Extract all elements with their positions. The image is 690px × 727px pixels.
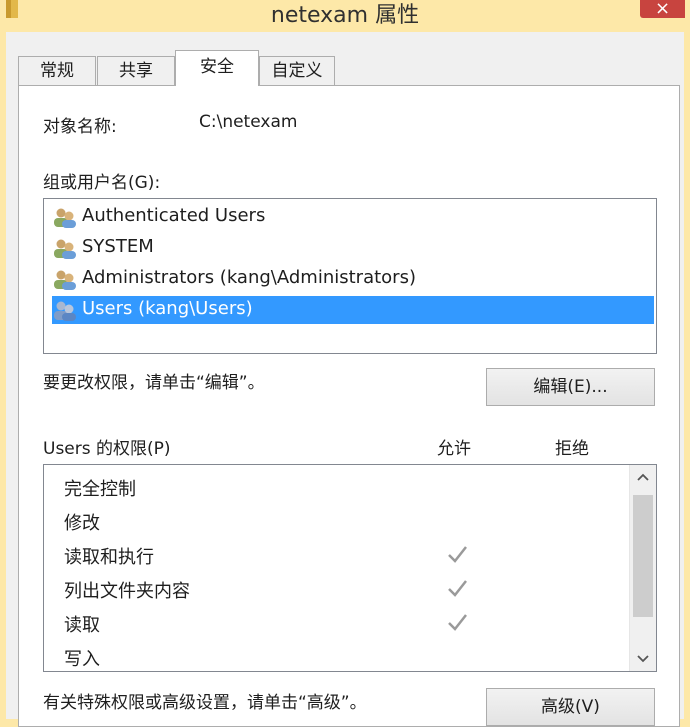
title-bar: netexam 属性 × [0,0,690,32]
tab-sharing[interactable]: 共享 [97,56,175,85]
list-item-authenticated-users[interactable]: Authenticated Users [52,203,654,231]
window-title: netexam 属性 [270,3,420,28]
list-item-label: Authenticated Users [82,205,266,226]
permission-name: 读取 [64,615,100,636]
permissions-scrollbar[interactable] [629,465,656,671]
users-group-icon [54,208,76,228]
edit-button[interactable]: 编辑(E)... [486,368,655,406]
object-name-label: 对象名称: [43,117,117,137]
list-item-users[interactable]: Users (kang\Users) [52,296,654,324]
permissions-list[interactable]: 完全控制 修改 读取和执行 列出文件夹内容 读取 写入 [43,464,657,672]
permission-row-write: 写入 [44,641,628,671]
list-item-administrators[interactable]: Administrators (kang\Administrators) [52,265,654,293]
check-icon [448,580,467,597]
permission-name: 读取和执行 [64,547,154,568]
check-icon [448,614,467,631]
advanced-hint: 有关特殊权限或高级设置，请单击“高级”。 [43,693,367,713]
tab-customize[interactable]: 自定义 [259,56,335,85]
list-item-label: Users (kang\Users) [82,298,253,319]
list-item-system[interactable]: SYSTEM [52,234,654,262]
groups-list[interactable]: Authenticated Users SYSTEM Administrator… [43,198,657,354]
close-button[interactable]: × [640,0,685,18]
permission-name: 完全控制 [64,479,136,500]
permission-row-list-folder: 列出文件夹内容 [44,573,628,607]
groups-label: 组或用户名(G): [43,173,161,193]
permission-name: 写入 [64,649,100,670]
tab-security[interactable]: 安全 [175,50,259,86]
security-tab-page: 对象名称: C:\netexam 组或用户名(G): Authenticated… [18,85,680,727]
chevron-down-icon[interactable] [630,645,656,671]
list-item-label: Administrators (kang\Administrators) [82,267,416,288]
scrollbar-thumb[interactable] [633,495,653,617]
users-group-icon [54,270,76,290]
users-group-icon [54,239,76,259]
permission-name: 列出文件夹内容 [64,581,190,602]
permission-name: 修改 [64,513,100,534]
list-item-label: SYSTEM [82,236,154,257]
properties-dialog: 常规 共享 安全 自定义 对象名称: C:\netexam 组或用户名(G): … [6,32,684,727]
permission-row-read: 读取 [44,607,628,641]
deny-header: 拒绝 [555,439,589,459]
check-icon [448,546,467,563]
permissions-label: Users 的权限(P) [43,439,171,459]
allow-header: 允许 [437,439,471,459]
permission-row-full-control: 完全控制 [44,471,628,505]
tab-general[interactable]: 常规 [18,56,96,85]
permission-row-modify: 修改 [44,505,628,539]
object-name-value: C:\netexam [199,112,298,132]
edit-hint: 要更改权限，请单击“编辑”。 [43,373,265,393]
permission-row-read-execute: 读取和执行 [44,539,628,573]
advanced-button[interactable]: 高级(V) [486,688,655,726]
chevron-up-icon[interactable] [630,465,656,491]
users-group-icon [54,301,76,321]
